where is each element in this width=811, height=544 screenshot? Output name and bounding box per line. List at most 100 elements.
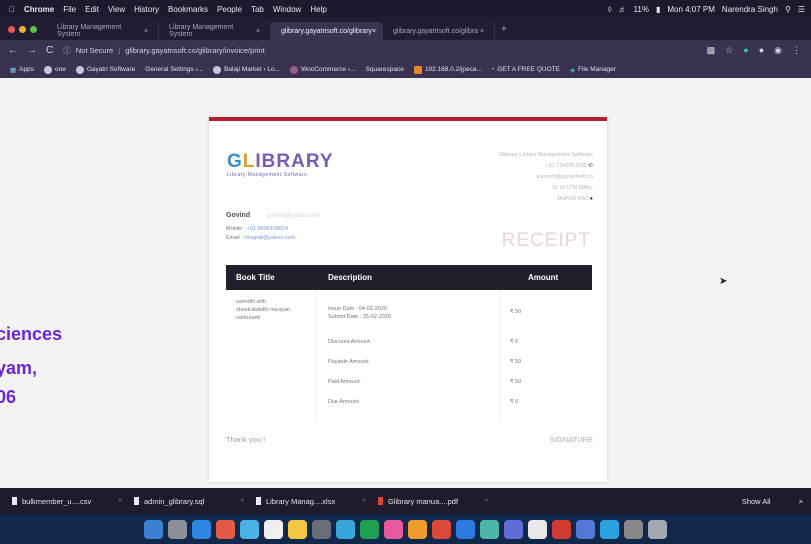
bookmark-squarespace[interactable]: Squarespace <box>366 66 404 73</box>
tab-close-icon[interactable]: × <box>256 28 260 35</box>
discount-label: Discount Amount: <box>328 339 372 345</box>
zoom-window-button[interactable] <box>30 25 37 33</box>
mail-icon[interactable] <box>216 519 235 539</box>
url-text[interactable]: glibrary.gayatrisoft.co/glibrary/invoice… <box>125 46 265 55</box>
safari-icon[interactable] <box>192 519 211 539</box>
receipt-table-header: Book Title Description Amount <box>226 265 592 290</box>
finder-icon[interactable] <box>144 519 163 539</box>
translate-icon[interactable]: ▩ <box>707 45 716 56</box>
signature-label: SIGNATURE <box>549 435 593 444</box>
menu-user[interactable]: Narendra Singh <box>722 5 778 14</box>
downloads-stack-icon[interactable] <box>624 519 643 539</box>
launchpad-icon[interactable] <box>168 519 187 539</box>
extension-icon[interactable]: ● <box>743 45 748 56</box>
bookmark-apps[interactable]: ▦ Apps <box>10 66 34 74</box>
bookmark-balaji-market[interactable]: Balaji Market ‹ Lo... <box>213 65 280 74</box>
menu-view[interactable]: View <box>108 5 125 14</box>
show-all-button[interactable]: Show All <box>742 497 771 506</box>
close-window-button[interactable] <box>8 25 15 33</box>
battery-icon[interactable]: ▮ <box>656 5 660 14</box>
file-icon <box>12 497 17 505</box>
receipt-title: RECEIPT <box>501 230 591 251</box>
menu-file[interactable]: File <box>63 5 76 14</box>
app-store-icon[interactable] <box>240 519 259 539</box>
volume-icon[interactable]: ♬ <box>619 5 627 14</box>
menu-window[interactable]: Window <box>273 5 301 14</box>
music-icon[interactable] <box>408 519 427 539</box>
chrome-menu-icon[interactable]: ⋮ <box>792 45 801 56</box>
reload-button[interactable]: C <box>46 45 53 56</box>
tab-glibrary-active[interactable]: glibrary.gayatrisoft.co/glibrary × <box>271 22 383 40</box>
filezilla-icon[interactable] <box>552 519 571 539</box>
customer-email-faint: govind@yahoo.com <box>267 213 321 219</box>
bookmark-woocommerce[interactable]: WooCommerce ‹... <box>290 65 356 74</box>
chrome-icon[interactable] <box>432 519 451 539</box>
minimize-window-button[interactable] <box>19 25 26 33</box>
receipt-top-border <box>209 117 607 121</box>
spotlight-icon[interactable]: ⚲ <box>785 5 791 14</box>
menu-help[interactable]: Help <box>310 5 326 14</box>
wifi-icon[interactable]: ◊ <box>608 5 612 14</box>
address-bar[interactable]: ⓘ Not Secure | glibrary.gayatrisoft.co/g… <box>63 45 265 56</box>
bookmark-general-settings[interactable]: General Settings ‹... <box>145 66 203 73</box>
trash-icon[interactable] <box>648 519 667 539</box>
bookmark-label: WooCommerce ‹... <box>301 66 356 73</box>
chevron-up-icon[interactable]: ^ <box>240 497 244 506</box>
forward-button[interactable]: → <box>27 45 37 56</box>
bookmark-free-quote[interactable]: • GET A FREE QUOTE <box>492 66 560 73</box>
bookmark-file-manager[interactable]: ◈ File Manager <box>570 66 616 74</box>
system-preferences-icon[interactable] <box>312 519 331 539</box>
tab-close-icon[interactable]: × <box>480 28 484 35</box>
mouse-cursor-icon: ➤ <box>719 276 728 287</box>
menu-edit[interactable]: Edit <box>85 5 99 14</box>
notes-icon[interactable] <box>288 519 307 539</box>
tab-library-1[interactable]: Library Management System × <box>47 22 159 40</box>
tab-close-icon[interactable]: × <box>372 28 376 35</box>
bookmark-local-ip[interactable]: 192.168.0.2/jpeca... <box>413 65 482 74</box>
menu-bookmarks[interactable]: Bookmarks <box>168 5 208 14</box>
notification-icon[interactable]: ☰ <box>798 5 805 14</box>
tab-glibrary-2[interactable]: glibrary.gayatrisoft.co/glibra × <box>383 22 495 40</box>
chevron-up-icon[interactable]: ^ <box>118 497 122 506</box>
vscode-icon[interactable] <box>456 519 475 539</box>
mac-dock <box>0 514 811 544</box>
col-book-title: Book Title <box>236 273 275 282</box>
battery-percent: 11% <box>633 4 649 14</box>
preview-icon[interactable] <box>528 519 547 539</box>
download-item-csv[interactable]: bulkmember_u....csv ^ <box>12 497 122 506</box>
back-button[interactable]: ← <box>8 45 18 56</box>
download-item-xlsx[interactable]: Library Manag....xlsx ^ <box>256 497 366 506</box>
tab-library-2[interactable]: Library Management System × <box>159 22 271 40</box>
payable-amount: ₹ 50 <box>510 359 522 365</box>
download-item-sql[interactable]: admin_glibrary.sql ^ <box>134 497 244 506</box>
apps-grid-icon: ▦ <box>10 66 17 74</box>
skype-icon[interactable] <box>504 519 523 539</box>
menu-tab[interactable]: Tab <box>251 5 264 14</box>
bookmark-star-icon[interactable]: ☆ <box>725 45 733 56</box>
photos-icon[interactable] <box>384 519 403 539</box>
bookmark-one[interactable]: one <box>43 65 66 74</box>
download-item-pdf[interactable]: Glibrary manua....pdf ^ <box>378 497 488 506</box>
photoshop-icon[interactable] <box>576 519 595 539</box>
bookmark-gayatri-software[interactable]: Gayatri Software <box>75 65 135 74</box>
close-downloads-icon[interactable]: × <box>799 497 803 506</box>
calendar-icon[interactable] <box>264 519 283 539</box>
facetime-icon[interactable] <box>360 519 379 539</box>
download-filename: admin_glibrary.sql <box>144 496 205 506</box>
terminal-icon[interactable] <box>480 519 499 539</box>
whatsapp-icon[interactable] <box>600 519 619 539</box>
chevron-up-icon[interactable]: ^ <box>362 497 366 506</box>
receipt-card: GLIBRARY Library Management Software Gli… <box>209 117 607 482</box>
menu-chrome[interactable]: Chrome <box>24 5 54 14</box>
tab-close-icon[interactable]: × <box>144 28 148 35</box>
apple-icon[interactable]:  <box>9 5 15 14</box>
profile-avatar[interactable]: ◉ <box>774 45 782 56</box>
chevron-up-icon[interactable]: ^ <box>484 497 488 506</box>
menu-people[interactable]: People <box>217 5 242 14</box>
menu-clock[interactable]: Mon 4:07 PM <box>667 5 715 14</box>
messages-icon[interactable] <box>336 519 355 539</box>
info-icon[interactable]: ⓘ <box>63 45 71 56</box>
menu-history[interactable]: History <box>134 5 159 14</box>
new-tab-button[interactable]: + <box>501 24 507 35</box>
extension-icon-2[interactable]: ● <box>759 45 764 56</box>
